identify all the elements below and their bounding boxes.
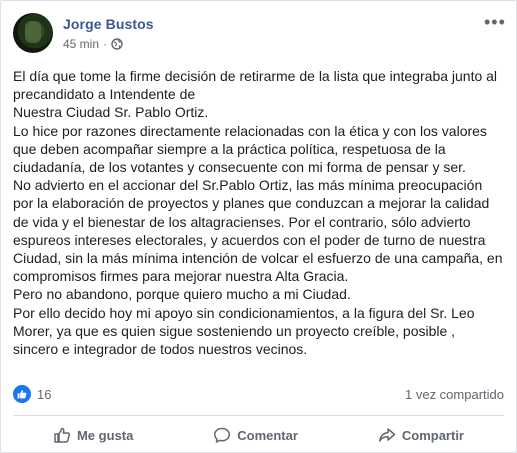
post-line: El día que tome la firme decisión de ret… [13, 68, 498, 84]
comment-button[interactable]: Comentar [213, 426, 298, 444]
post-line: Nuestra Ciudad Sr. Pablo Ortiz. [13, 104, 209, 121]
post-line: ciudadanía, de los votantes y consecuent… [13, 159, 466, 176]
share-button[interactable]: Compartir [378, 426, 464, 444]
more-options-icon[interactable]: ••• [484, 13, 505, 31]
author-avatar[interactable] [13, 13, 53, 53]
share-button-label: Compartir [401, 427, 464, 443]
meta-separator: · [103, 37, 108, 51]
share-count[interactable]: 1 vez compartido [405, 387, 504, 402]
globe-icon[interactable] [111, 38, 123, 50]
post-line: espureos intereses electorales, y acuerd… [13, 231, 486, 248]
post-line: No advierto en el accionar del Sr.Pablo … [13, 177, 483, 194]
comment-button-label: Comentar [237, 427, 298, 443]
author-name[interactable]: Jorge Bustos [63, 16, 154, 32]
post-line: Ciudad, sin la más mínima intención de v… [13, 250, 503, 267]
post-line: Lo hice por razones directamente relacio… [13, 122, 487, 139]
post-line: Por ello decido hoy mi apoyo sin condici… [13, 304, 475, 321]
post-line: precandidato a Intendente de [13, 86, 196, 103]
like-button-label: Me gusta [76, 427, 134, 443]
actions-divider [13, 415, 504, 416]
post-card: Jorge Bustos 45 min · ••• El día que tom… [0, 0, 517, 453]
post-meta: 45 min · [63, 37, 123, 51]
post-line: Pero no abandono, porque quiero mucho a … [13, 286, 351, 303]
share-icon [378, 428, 396, 442]
like-reaction-icon [13, 385, 31, 403]
like-button[interactable]: Me gusta [53, 426, 133, 444]
post-body: El día que tome la firme decisión de ret… [13, 67, 506, 358]
comment-icon [214, 427, 231, 443]
post-line: compromisos firmes para mejorar nuestra … [13, 268, 349, 285]
like-count: 16 [37, 386, 52, 402]
post-line: sincero e integrador de todos nuestros v… [13, 341, 308, 358]
post-stats: 16 1 vez compartido [13, 383, 504, 405]
post-header: Jorge Bustos 45 min · ••• [13, 13, 505, 57]
post-timestamp[interactable]: 45 min [63, 37, 99, 51]
post-actions: Me gusta Comentar Compartir [13, 419, 504, 451]
thumbs-up-icon [54, 427, 70, 443]
post-line: Morer, ya que es quien sigue sosteniendo… [13, 322, 456, 339]
reaction-summary[interactable]: 16 [13, 385, 51, 403]
post-line: por la elaboración de proyectos y planes… [13, 195, 490, 212]
post-line: de vida y el bienestar de los altagracie… [13, 213, 471, 230]
post-line: que deben acompañar siempre a la práctic… [13, 140, 446, 157]
